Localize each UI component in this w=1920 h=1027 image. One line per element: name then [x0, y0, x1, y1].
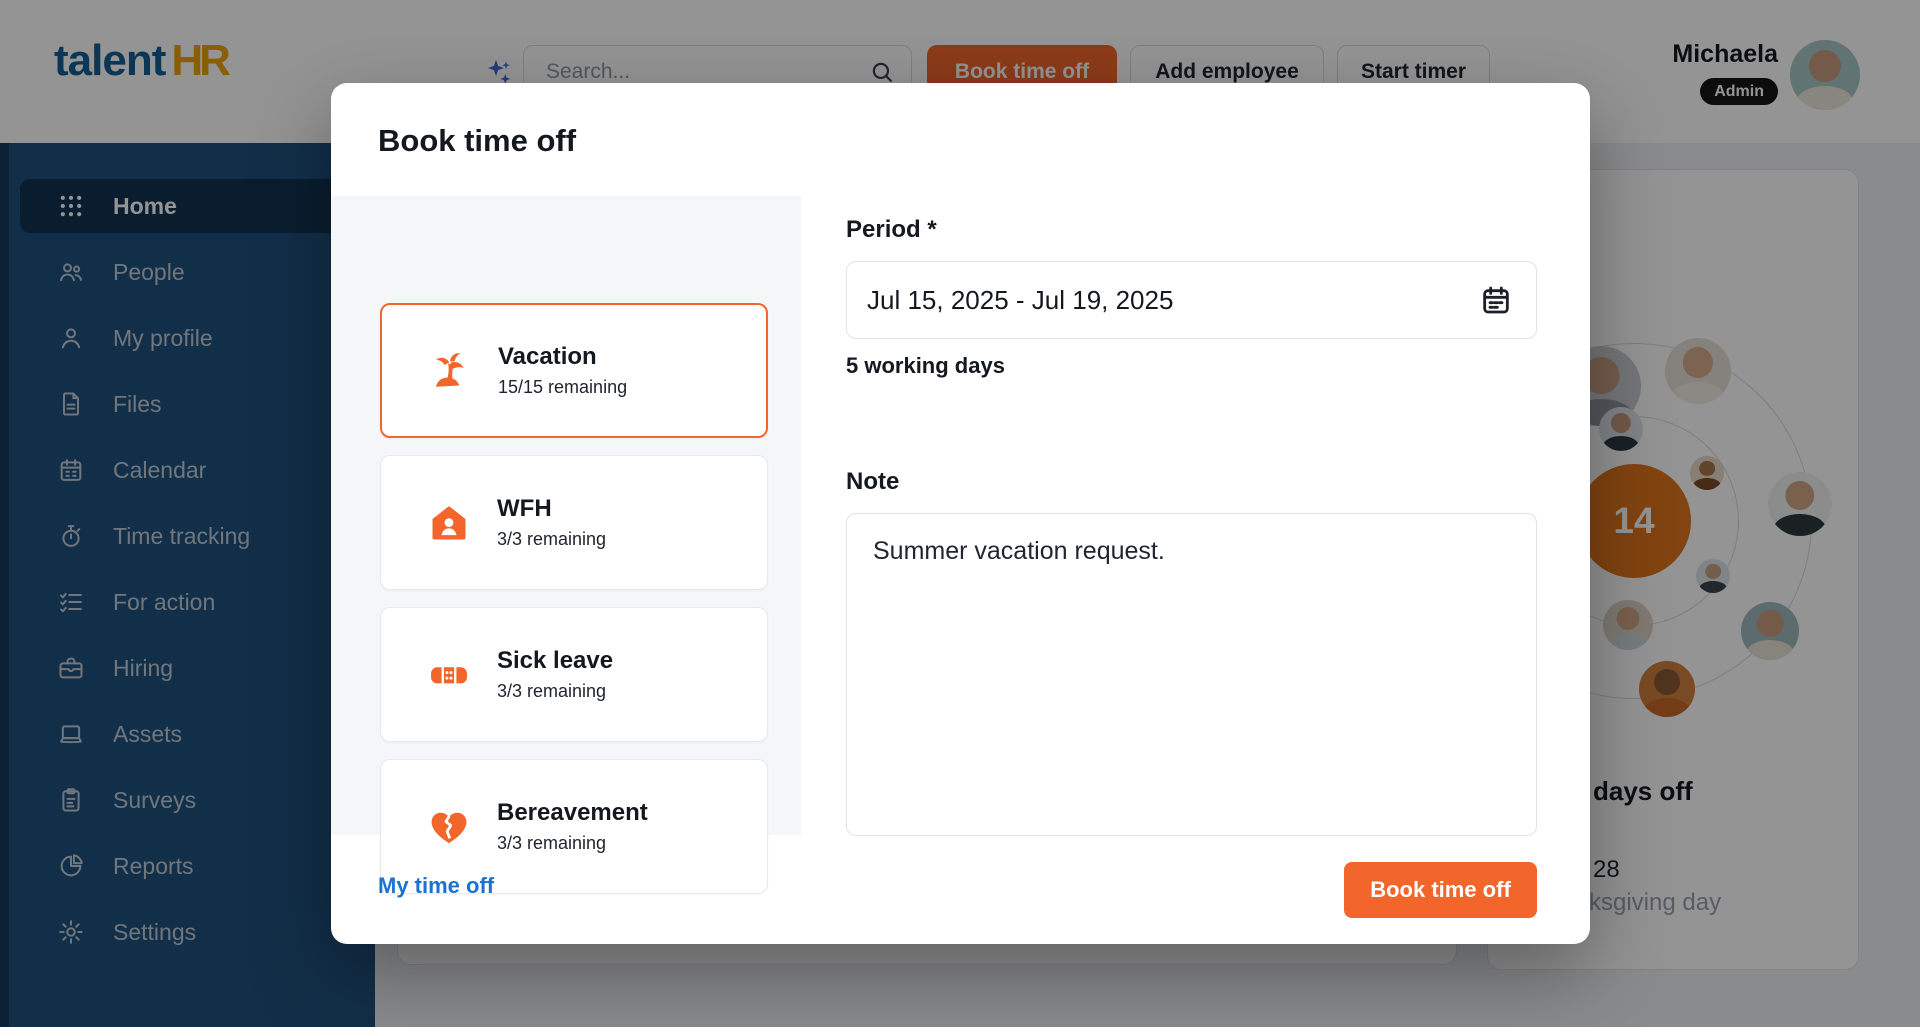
- leave-type-name: Sick leave: [497, 647, 613, 675]
- calendar-picker-icon: [1480, 284, 1512, 316]
- bandage-icon: [427, 653, 471, 697]
- note-label: Note: [846, 468, 899, 496]
- leave-type-card-vacation[interactable]: Vacation 15/15 remaining: [380, 303, 768, 438]
- modal-title: Book time off: [378, 123, 576, 159]
- note-textarea[interactable]: Summer vacation request.: [846, 513, 1537, 836]
- leave-type-name: WFH: [497, 495, 606, 523]
- period-date-range-field[interactable]: Jul 15, 2025 - Jul 19, 2025: [846, 261, 1537, 339]
- broken-heart-icon: [427, 805, 471, 849]
- leave-type-remaining: 3/3 remaining: [497, 681, 613, 702]
- leave-type-card-wfh[interactable]: WFH 3/3 remaining: [380, 455, 768, 590]
- working-days-summary: 5 working days: [846, 353, 1005, 379]
- period-date-range-value: Jul 15, 2025 - Jul 19, 2025: [867, 285, 1480, 316]
- leave-type-panel: Vacation 15/15 remaining WFH 3/3 remaini…: [331, 196, 801, 835]
- palm-tree-icon: [428, 349, 472, 393]
- book-time-off-submit-button[interactable]: Book time off: [1344, 862, 1537, 918]
- leave-type-remaining: 3/3 remaining: [497, 529, 606, 550]
- leave-type-remaining: 3/3 remaining: [497, 833, 648, 854]
- leave-type-name: Bereavement: [497, 799, 648, 827]
- book-time-off-modal: Book time off Vacation 15/15 remaining: [331, 83, 1590, 944]
- home-office-icon: [427, 501, 471, 545]
- my-time-off-link[interactable]: My time off: [378, 873, 494, 899]
- leave-type-name: Vacation: [498, 343, 627, 371]
- leave-type-remaining: 15/15 remaining: [498, 377, 627, 398]
- period-label: Period *: [846, 216, 937, 244]
- leave-type-card-sick-leave[interactable]: Sick leave 3/3 remaining: [380, 607, 768, 742]
